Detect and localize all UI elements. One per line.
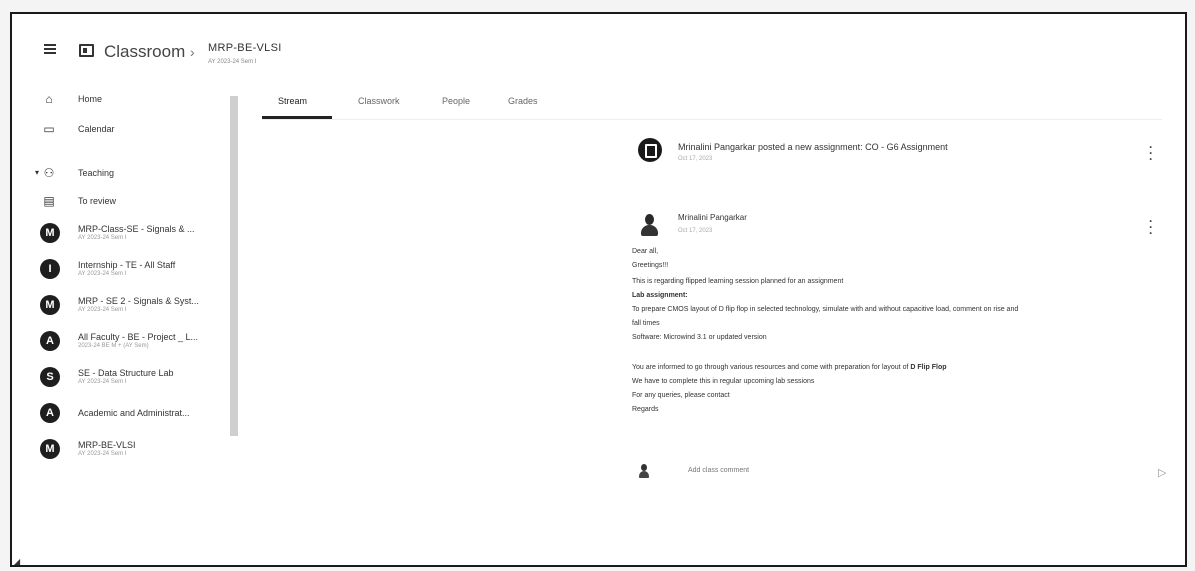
class-item-subtitle: AY 2023-24 Sem I <box>78 235 127 241</box>
sidebar-class-item[interactable]: A All Faculty - BE - Project _ L... 2023… <box>12 326 232 356</box>
sidebar-class-item[interactable]: S SE - Data Structure Lab AY 2023-24 Sem… <box>12 362 232 392</box>
classroom-logo-icon[interactable] <box>79 44 94 57</box>
class-item-name: MRP-BE-VLSI <box>78 440 136 450</box>
calendar-icon: ▭ <box>43 122 55 136</box>
post-line: fall times <box>632 320 660 327</box>
sidebar-item-label: Home <box>78 94 103 104</box>
active-tab-indicator <box>262 116 332 119</box>
user-avatar <box>638 464 650 478</box>
sidebar-item-teaching[interactable]: ▾ ⚇ Teaching <box>12 158 232 188</box>
assignment-icon <box>638 138 662 162</box>
post-line: Lab assignment: <box>632 292 688 299</box>
comment-row: Add class comment ▷ <box>632 460 1172 486</box>
post-line-bold: D Flip Flop <box>910 364 947 371</box>
class-avatar: S <box>40 367 60 387</box>
resize-corner-icon: ◢ <box>14 557 21 566</box>
class-item-name: MRP-Class-SE - Signals & ... <box>78 224 195 234</box>
class-item-name: All Faculty - BE - Project _ L... <box>78 332 199 342</box>
tab-grades[interactable]: Grades <box>508 96 538 106</box>
tab-people[interactable]: People <box>442 96 470 106</box>
app-header: Classroom › MRP-BE-VLSI AY 2023-24 Sem I <box>12 14 1185 82</box>
announcement-title: Mrinalini Pangarkar posted a new assignm… <box>678 142 948 152</box>
class-name: MRP-BE-VLSI <box>208 42 282 54</box>
class-item-subtitle: AY 2023-24 Sem I <box>78 271 127 277</box>
class-item-subtitle: AY 2023-24 Sem I <box>78 307 127 313</box>
stream-post: Mrinalini Pangarkar Oct 17, 2023 · · · Dea… <box>632 204 1172 474</box>
post-line: Regards <box>632 406 659 413</box>
class-item-name: Internship - TE - All Staff <box>78 260 176 270</box>
class-avatar: M <box>40 223 60 243</box>
sidebar: ⌂ Home ▭ Calendar ▾ ⚇ Teaching ▤ To revi… <box>12 82 236 472</box>
sidebar-item-label: Teaching <box>78 168 115 178</box>
sidebar-item-label: Calendar <box>78 124 115 134</box>
class-item-subtitle: 2023-24 BE M + (AY Sem) <box>78 343 149 349</box>
post-line: This is regarding flipped learning sessi… <box>632 278 844 285</box>
post-line: Software: Microwind 3.1 or updated versi… <box>632 334 767 341</box>
class-item-name: MRP - SE 2 - Signals & Syst... <box>78 296 199 306</box>
home-icon: ⌂ <box>45 92 53 106</box>
class-avatar: M <box>40 295 60 315</box>
class-comment-input[interactable]: Add class comment <box>688 467 749 474</box>
sidebar-class-item[interactable]: M MRP-BE-VLSI AY 2023-24 Sem I <box>12 434 232 464</box>
class-item-name: SE - Data Structure Lab <box>78 368 174 378</box>
tab-stream[interactable]: Stream <box>278 96 307 106</box>
post-line: For any queries, please contact <box>632 392 730 399</box>
class-avatar: I <box>40 259 60 279</box>
class-tabs: Stream Classwork People Grades <box>262 90 1162 120</box>
announcement-date: Oct 17, 2023 <box>678 156 713 162</box>
post-line: Greetings!!! <box>632 262 669 269</box>
app-title[interactable]: Classroom <box>104 42 185 62</box>
sidebar-item-label: To review <box>78 196 117 206</box>
folder-icon: ▤ <box>43 194 55 208</box>
people-icon: ⚇ <box>43 166 55 180</box>
sidebar-class-item[interactable]: I Internship - TE - All Staff AY 2023-24… <box>12 254 232 284</box>
more-vert-icon[interactable]: · · · <box>1148 215 1154 239</box>
more-vert-icon[interactable]: · · · <box>1148 141 1154 165</box>
class-item-name: Academic and Administrat... <box>78 408 190 418</box>
post-line: You are informed to go through various r… <box>632 364 947 371</box>
sidebar-class-item[interactable]: M MRP-Class-SE - Signals & ... AY 2023-2… <box>12 218 232 248</box>
class-item-subtitle: AY 2023-24 Sem I <box>78 451 127 457</box>
class-item-subtitle: AY 2023-24 Sem I <box>78 379 127 385</box>
author-avatar <box>638 212 662 238</box>
post-date: Oct 17, 2023 <box>678 228 713 234</box>
sidebar-item-home[interactable]: ⌂ Home <box>12 84 232 114</box>
sidebar-class-item[interactable]: A Academic and Administrat... <box>12 398 232 428</box>
post-line-text: You are informed to go through various r… <box>632 364 911 371</box>
sidebar-item-to-review[interactable]: ▤ To review <box>12 186 232 216</box>
window-frame: Classroom › MRP-BE-VLSI AY 2023-24 Sem I… <box>10 12 1187 567</box>
sidebar-class-item[interactable]: M MRP - SE 2 - Signals & Syst... AY 2023… <box>12 290 232 320</box>
post-line: To prepare CMOS layout of D flip flop in… <box>632 306 1019 313</box>
class-avatar: M <box>40 439 60 459</box>
chevron-right-icon: › <box>190 44 195 60</box>
assignment-announcement[interactable]: Mrinalini Pangarkar posted a new assignm… <box>632 134 1172 182</box>
class-avatar: A <box>40 403 60 423</box>
send-icon[interactable]: ▷ <box>1158 466 1166 479</box>
tab-classwork[interactable]: Classwork <box>358 96 400 106</box>
post-line: We have to complete this in regular upco… <box>632 378 815 385</box>
post-author: Mrinalini Pangarkar <box>678 213 747 222</box>
menu-icon[interactable] <box>44 44 56 54</box>
post-line: Dear all, <box>632 248 659 255</box>
sidebar-item-calendar[interactable]: ▭ Calendar <box>12 114 232 144</box>
sidebar-scroll-thumb[interactable] <box>230 96 238 436</box>
sidebar-scrollbar[interactable] <box>230 96 238 436</box>
class-avatar: A <box>40 331 60 351</box>
class-subtitle: AY 2023-24 Sem I <box>208 59 257 65</box>
